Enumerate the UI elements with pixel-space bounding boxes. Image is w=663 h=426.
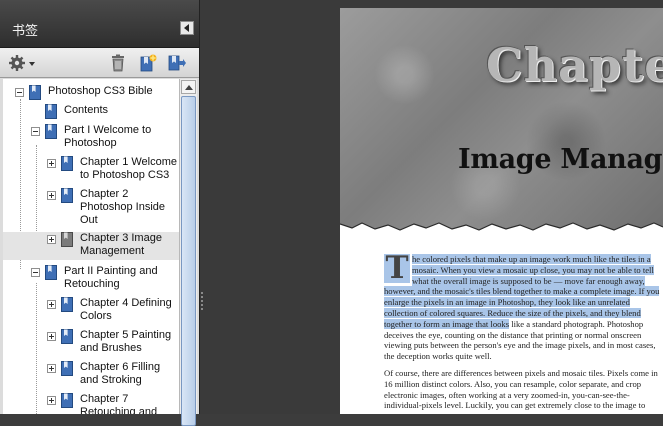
document-view[interactable]: Chapter Image Management The colored pix… xyxy=(200,0,663,414)
bookmark-icon xyxy=(61,232,73,247)
chapter-body-text[interactable]: The colored pixels that make up an image… xyxy=(384,250,660,414)
collapse-toggle[interactable] xyxy=(15,88,24,97)
bookmark-label: Photoshop CS3 Bible xyxy=(48,85,153,97)
bookmark-icon xyxy=(61,156,73,171)
expand-toggle[interactable] xyxy=(47,300,56,309)
bookmark-label: Part II Painting and Retouching xyxy=(64,265,158,290)
expand-toggle[interactable] xyxy=(47,332,56,341)
expand-toggle[interactable] xyxy=(47,396,56,405)
collapse-toggle[interactable] xyxy=(31,268,40,277)
bookmark-item[interactable]: Contents xyxy=(3,104,179,119)
scroll-thumb[interactable] xyxy=(181,96,196,426)
bookmark-scrollbar[interactable] xyxy=(179,79,197,426)
bookmark-icon xyxy=(45,265,57,280)
bookmark-label: Contents xyxy=(64,104,109,116)
panel-header: 书签 xyxy=(0,0,199,48)
bookmark-label: Part I Welcome to Photoshop xyxy=(64,124,152,149)
expand-toggle[interactable] xyxy=(47,364,56,373)
bookmark-icon xyxy=(29,85,41,100)
bookmark-icon xyxy=(61,188,73,203)
panel-title: 书签 xyxy=(12,24,39,39)
bookmark-label: Chapter 1 Welcome to Photoshop CS3 xyxy=(80,156,178,181)
bookmark-item-selected[interactable]: Chapter 3 Image Management xyxy=(3,232,179,260)
expand-toggle[interactable] xyxy=(47,159,56,168)
delete-bookmark-button[interactable] xyxy=(108,53,128,73)
panel-splitter-handle[interactable] xyxy=(200,290,204,314)
scroll-up-button[interactable] xyxy=(181,80,196,94)
torn-edge xyxy=(340,222,663,242)
bookmark-label: Chapter 7 Retouching and xyxy=(80,393,158,414)
bookmark-item[interactable]: Chapter 6 Filling and Stroking xyxy=(3,361,179,389)
collapse-panel-button[interactable] xyxy=(180,21,194,35)
chapter-title: Image Management xyxy=(458,144,663,175)
chapter-heading-word: Chapter xyxy=(486,38,663,92)
paragraph: Of course, there are differences between… xyxy=(384,367,658,411)
bookmark-label: Chapter 3 Image Management xyxy=(80,232,162,257)
bookmark-icon xyxy=(45,104,57,119)
bookmark-item[interactable]: Chapter 7 Retouching and xyxy=(3,393,179,414)
paragraph: The colored pixels that make up an image… xyxy=(384,250,660,362)
bookmarks-panel: 书签 Photoshop CS3 Bible Contents Part I W… xyxy=(0,0,200,426)
bookmark-item[interactable]: Chapter 5 Painting and Brushes xyxy=(3,329,179,357)
bookmark-item[interactable]: Photoshop CS3 Bible xyxy=(3,85,179,100)
bookmark-icon xyxy=(45,124,57,139)
gear-icon xyxy=(9,55,35,71)
expand-bookmark-button[interactable] xyxy=(167,53,187,73)
drop-cap: T xyxy=(384,250,410,286)
bookmark-item[interactable]: Chapter 4 Defining Colors xyxy=(3,297,179,325)
collapse-toggle[interactable] xyxy=(31,127,40,136)
bookmark-icon xyxy=(61,329,73,344)
bookmarks-toolbar xyxy=(0,48,199,78)
new-bookmark-button[interactable] xyxy=(138,53,158,73)
bookmark-label: Chapter 2 Photoshop Inside Out xyxy=(80,188,166,226)
pdf-page: Chapter Image Management The colored pix… xyxy=(340,8,663,414)
bookmark-icon xyxy=(61,361,73,376)
bookmark-tree: Photoshop CS3 Bible Contents Part I Welc… xyxy=(3,79,179,414)
bookmark-label: Chapter 6 Filling and Stroking xyxy=(80,361,161,386)
bookmark-item[interactable]: Part I Welcome to Photoshop xyxy=(3,124,179,152)
options-button[interactable] xyxy=(8,53,38,73)
bookmark-item[interactable]: Chapter 1 Welcome to Photoshop CS3 xyxy=(3,156,179,184)
selected-text: he colored pixels that make up an image … xyxy=(384,254,660,329)
bookmark-item[interactable]: Part II Painting and Retouching xyxy=(3,265,179,293)
new-bookmark-icon xyxy=(140,54,157,72)
bookmark-label: Chapter 5 Painting and Brushes xyxy=(80,329,172,354)
trash-icon xyxy=(112,54,124,72)
chapter-banner-image: Chapter Image Management xyxy=(340,8,663,230)
expand-bookmark-icon xyxy=(168,55,186,71)
expand-toggle[interactable] xyxy=(47,191,56,200)
bookmark-label: Chapter 4 Defining Colors xyxy=(80,297,172,322)
bookmark-icon xyxy=(61,297,73,312)
bookmark-icon xyxy=(61,393,73,408)
expand-toggle[interactable] xyxy=(47,235,56,244)
bookmark-item[interactable]: Chapter 2 Photoshop Inside Out xyxy=(3,188,179,230)
